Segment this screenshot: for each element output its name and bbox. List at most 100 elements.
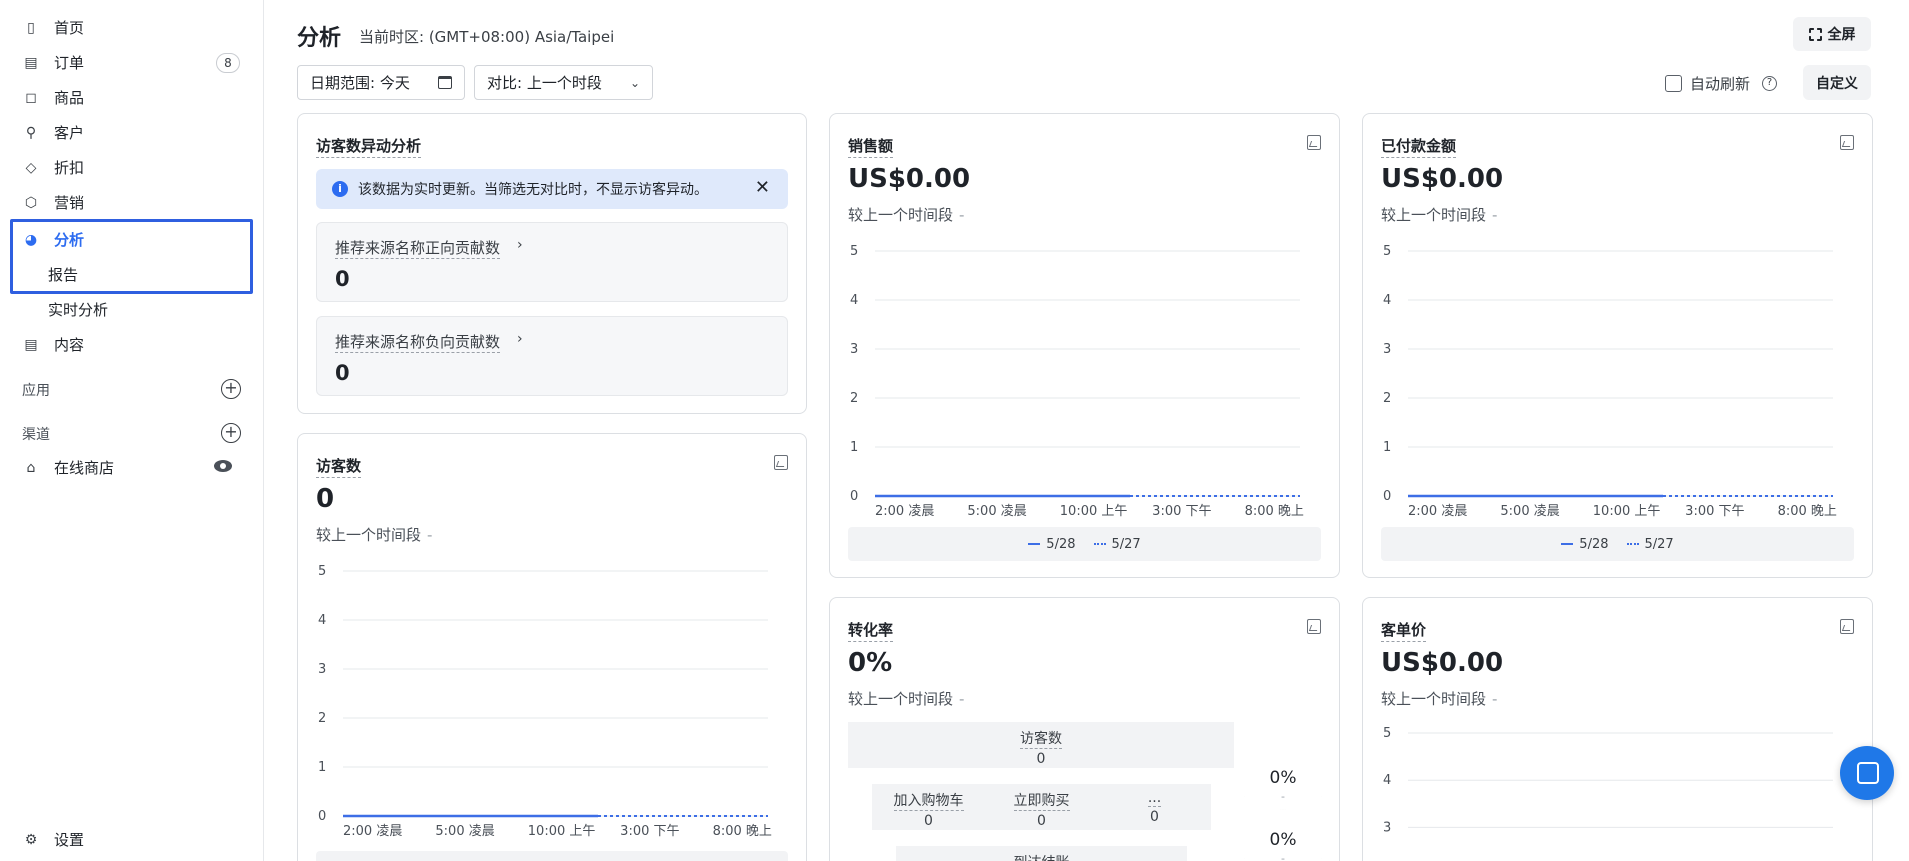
orders-icon: ▤ bbox=[24, 54, 38, 71]
chart-icon[interactable] bbox=[1307, 135, 1321, 150]
y-tick-label: 3 bbox=[318, 662, 326, 677]
sidebar-item-products[interactable]: ◻ 商品 bbox=[10, 80, 254, 115]
compare-text: 较上一个时间段 - bbox=[316, 526, 433, 544]
content-icon: ▤ bbox=[24, 336, 38, 353]
sidebar-item-label: 折扣 bbox=[54, 159, 85, 177]
y-tick-label: 5 bbox=[1383, 244, 1391, 259]
card-title: 访客数 bbox=[316, 455, 362, 478]
chevron-down-icon: ⌄ bbox=[629, 75, 640, 90]
orders-count-badge: 8 bbox=[216, 53, 240, 73]
compare-text: 较上一个时间段 - bbox=[848, 690, 965, 708]
legend-label: 5/28 bbox=[1046, 536, 1076, 552]
y-tick-label: 2 bbox=[1383, 391, 1391, 406]
positive-contribution[interactable]: 推荐来源名称正向贡献数 › 0 bbox=[316, 222, 788, 302]
x-tick-label: 10:00 上午 bbox=[528, 824, 596, 839]
user-icon: ⚲ bbox=[25, 124, 37, 141]
legend-swatch bbox=[1093, 543, 1106, 545]
sidebar-item-label: 客户 bbox=[54, 124, 85, 142]
funnel-more: ... 0 bbox=[1147, 790, 1162, 825]
sidebar-item-label: 首页 bbox=[54, 19, 85, 37]
add-channel-button[interactable]: + bbox=[221, 423, 241, 443]
negative-contribution[interactable]: 推荐来源名称负向贡献数 › 0 bbox=[316, 316, 788, 396]
card-title: 已付款金额 bbox=[1381, 135, 1457, 158]
sidebar-item-home[interactable]: ▯ 首页 bbox=[10, 10, 254, 45]
sidebar-item-marketing[interactable]: ⬡ 营销 bbox=[10, 185, 254, 220]
sidebar-item-label: 订单 bbox=[54, 54, 85, 72]
chart-legend: 5/28 5/27 bbox=[848, 527, 1321, 561]
sidebar-item-customers[interactable]: ⚲ 客户 bbox=[10, 115, 254, 150]
customize-button[interactable]: 自定义 bbox=[1803, 65, 1871, 100]
y-tick-label: 4 bbox=[850, 293, 858, 308]
date-range-picker[interactable]: 日期范围: 今天 bbox=[297, 65, 465, 100]
positive-contribution-label: 推荐来源名称正向贡献数 bbox=[335, 239, 501, 259]
eye-icon[interactable] bbox=[214, 460, 232, 472]
x-tick-label: 5:00 凌晨 bbox=[967, 504, 1026, 519]
sidebar-item-label: 内容 bbox=[54, 336, 85, 354]
sidebar-item-settings[interactable]: ⚙ 设置 bbox=[10, 822, 254, 857]
funnel-add-to-cart: 加入购物车 0 bbox=[872, 784, 985, 829]
visitors-chart: 0 1 2 3 4 5 2:00 凌晨 5:00 凌晨 10:00 上午 3:00 下午 8:00 … bbox=[318, 564, 772, 839]
compare-text: 较上一个时间段 - bbox=[1381, 690, 1498, 708]
legend-item-5/28: 5/28 bbox=[1028, 536, 1076, 552]
legend-label: 5/28 bbox=[1579, 536, 1609, 552]
fullscreen-label: 全屏 bbox=[1827, 27, 1856, 43]
x-tick-label: 2:00 凌晨 bbox=[1408, 504, 1467, 519]
funnel-visitors: 访客数 0 bbox=[848, 722, 1234, 768]
y-tick-label: 3 bbox=[1383, 820, 1391, 835]
chart-icon[interactable] bbox=[774, 455, 788, 470]
chart-icon[interactable] bbox=[1840, 619, 1854, 634]
chart-legend bbox=[316, 851, 788, 861]
aov-chart: 3 4 5 bbox=[1383, 726, 1833, 835]
compare-select[interactable]: 对比: 上一个时段 ⌄ bbox=[474, 65, 653, 100]
card-title: 客单价 bbox=[1381, 619, 1427, 642]
y-tick-label: 4 bbox=[1383, 293, 1391, 308]
auto-refresh-checkbox[interactable] bbox=[1665, 75, 1682, 92]
legend-item-5/27: 5/27 bbox=[1626, 537, 1674, 552]
chart-icon[interactable] bbox=[1307, 619, 1321, 634]
y-tick-label: 5 bbox=[850, 244, 858, 259]
legend-item-5/27: 5/27 bbox=[1093, 537, 1141, 552]
funnel-step-row: 加入购物车 0 立即购买 0 ... 0 bbox=[872, 784, 1211, 830]
auto-refresh-toggle[interactable]: 自动刷新 ? bbox=[1665, 73, 1778, 94]
paid-value: US$0.00 bbox=[1381, 164, 1504, 194]
conversion-card: 转化率 0% 较上一个时间段 - 访客数 0 加入购物车 0 立即购买 0 ... 0 … bbox=[829, 597, 1340, 861]
y-tick-label: 1 bbox=[1383, 440, 1391, 455]
gear-icon: ⚙ bbox=[24, 831, 38, 848]
legend-item-5/28: 5/28 bbox=[1561, 536, 1609, 552]
negative-contribution-label: 推荐来源名称负向贡献数 bbox=[335, 333, 501, 353]
tag-icon: ◇ bbox=[25, 159, 37, 176]
x-tick-label: 8:00 晚上 bbox=[1778, 504, 1837, 519]
x-tick-label: 8:00 晚上 bbox=[1245, 504, 1304, 519]
channels-section-title: 渠道 bbox=[22, 427, 50, 443]
sidebar-item-content[interactable]: ▤ 内容 bbox=[10, 327, 254, 362]
page-title: 分析 bbox=[297, 26, 342, 51]
sidebar-item-label: 商品 bbox=[54, 89, 85, 107]
sidebar-item-orders[interactable]: ▤ 订单 8 bbox=[10, 45, 254, 80]
add-app-button[interactable]: + bbox=[221, 379, 241, 399]
compare-text: 较上一个时间段 - bbox=[848, 206, 965, 224]
fullscreen-icon bbox=[1808, 27, 1822, 41]
paid-chart: 0 1 2 3 4 5 2:00 凌晨 5:00 凌晨 10:00 上午 3:00 下午 8:00 … bbox=[1383, 244, 1837, 519]
chevron-right-icon: › bbox=[517, 237, 523, 253]
info-banner: i 该数据为实时更新。当筛选无对比时，不显示访客异动。 ✕ bbox=[316, 169, 788, 209]
sidebar-item-online-store[interactable]: ⌂ 在线商店 bbox=[10, 450, 254, 485]
visitor-anomaly-card: 访客数异动分析 i 该数据为实时更新。当筛选无对比时，不显示访客异动。 ✕ 推荐… bbox=[297, 113, 807, 414]
chat-support-button[interactable] bbox=[1840, 746, 1894, 800]
close-icon[interactable]: ✕ bbox=[755, 177, 770, 198]
sidebar-item-discounts[interactable]: ◇ 折扣 bbox=[10, 150, 254, 185]
y-tick-label: 2 bbox=[318, 711, 326, 726]
y-tick-label: 2 bbox=[850, 391, 858, 406]
sidebar-item-realtime[interactable]: 实时分析 bbox=[10, 292, 254, 327]
sales-card: 销售额 US$0.00 较上一个时间段 - 0 1 2 3 4 5 2:00 凌晨 5:00 凌… bbox=[829, 113, 1340, 578]
chart-icon[interactable] bbox=[1840, 135, 1854, 150]
fullscreen-button[interactable]: 全屏 bbox=[1793, 17, 1871, 51]
y-tick-label: 4 bbox=[318, 613, 326, 628]
x-tick-label: 10:00 上午 bbox=[1593, 504, 1661, 519]
help-icon[interactable]: ? bbox=[1762, 76, 1778, 91]
chart-legend: 5/28 5/27 bbox=[1381, 527, 1854, 561]
x-tick-label: 8:00 晚上 bbox=[713, 824, 772, 839]
x-tick-label: 10:00 上午 bbox=[1060, 504, 1128, 519]
funnel-checkout: 到达结账 bbox=[896, 846, 1187, 861]
sidebar-item-label: 实时分析 bbox=[48, 301, 109, 319]
aov-value: US$0.00 bbox=[1381, 648, 1504, 678]
